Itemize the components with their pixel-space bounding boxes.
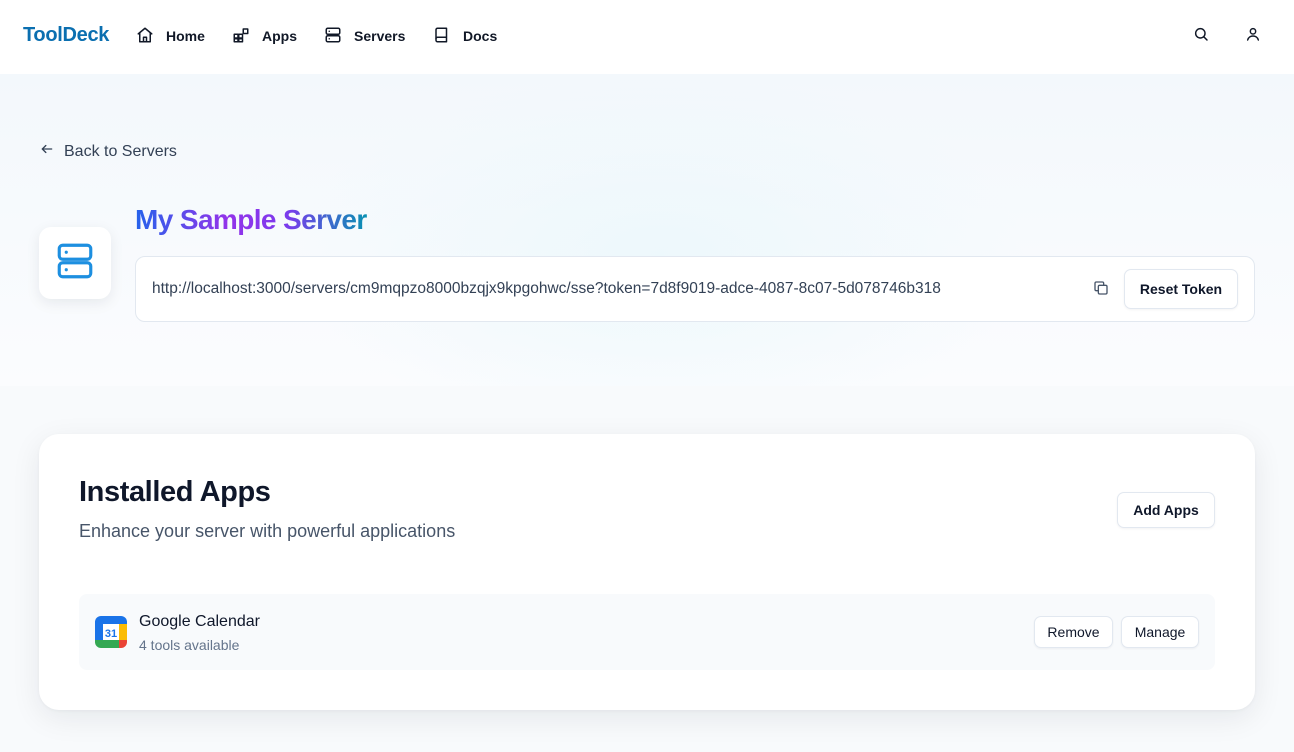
nav-item-label: Apps [262,28,297,44]
installed-apps-card: Installed Apps Enhance your server with … [39,434,1255,710]
section-subtitle: Enhance your server with powerful applic… [79,521,456,541]
nav-item-docs[interactable]: Docs [433,24,497,48]
server-url-box: http://localhost:3000/servers/cm9mqpzo80… [135,256,1255,322]
apps-icon [232,26,250,47]
manage-app-button[interactable]: Manage [1121,616,1199,648]
back-to-servers-link[interactable]: Back to Servers [40,142,177,161]
copy-icon [1093,280,1109,301]
arrow-left-icon [40,142,54,161]
section-title: Installed Apps [79,476,271,508]
add-apps-button[interactable]: Add Apps [1117,492,1215,528]
nav-item-label: Docs [463,28,498,44]
google-calendar-icon: 31 [95,616,127,648]
app-tool-count: 4 tools available [139,637,240,653]
user-menu-button[interactable] [1242,25,1264,47]
calendar-logo-text: 31 [105,628,117,640]
nav-item-apps[interactable]: Apps [232,24,297,48]
copy-url-button[interactable] [1090,279,1112,301]
book-icon [433,26,451,47]
server-avatar [39,227,111,299]
back-link-label: Back to Servers [64,142,177,160]
home-icon [136,26,154,47]
search-button[interactable] [1190,25,1212,47]
server-icon [324,26,342,47]
nav-item-servers[interactable]: Servers [324,24,405,48]
nav-item-label: Home [166,28,205,44]
server-icon [54,240,96,287]
search-icon [1193,26,1209,47]
page-title: My Sample Server [135,204,367,235]
nav-item-home[interactable]: Home [136,24,205,48]
reset-token-button[interactable]: Reset Token [1124,269,1238,309]
server-url-text[interactable]: http://localhost:3000/servers/cm9mqpzo80… [152,280,941,298]
app-name: Google Calendar [139,613,260,630]
user-icon [1245,26,1261,47]
brand-logo[interactable]: ToolDeck [23,24,109,47]
remove-app-button[interactable]: Remove [1034,616,1113,648]
nav-item-label: Servers [354,28,406,44]
top-nav: ToolDeck Home Apps Servers Docs [0,0,1294,74]
list-item: 31 Google Calendar 4 tools available Rem… [79,594,1215,670]
